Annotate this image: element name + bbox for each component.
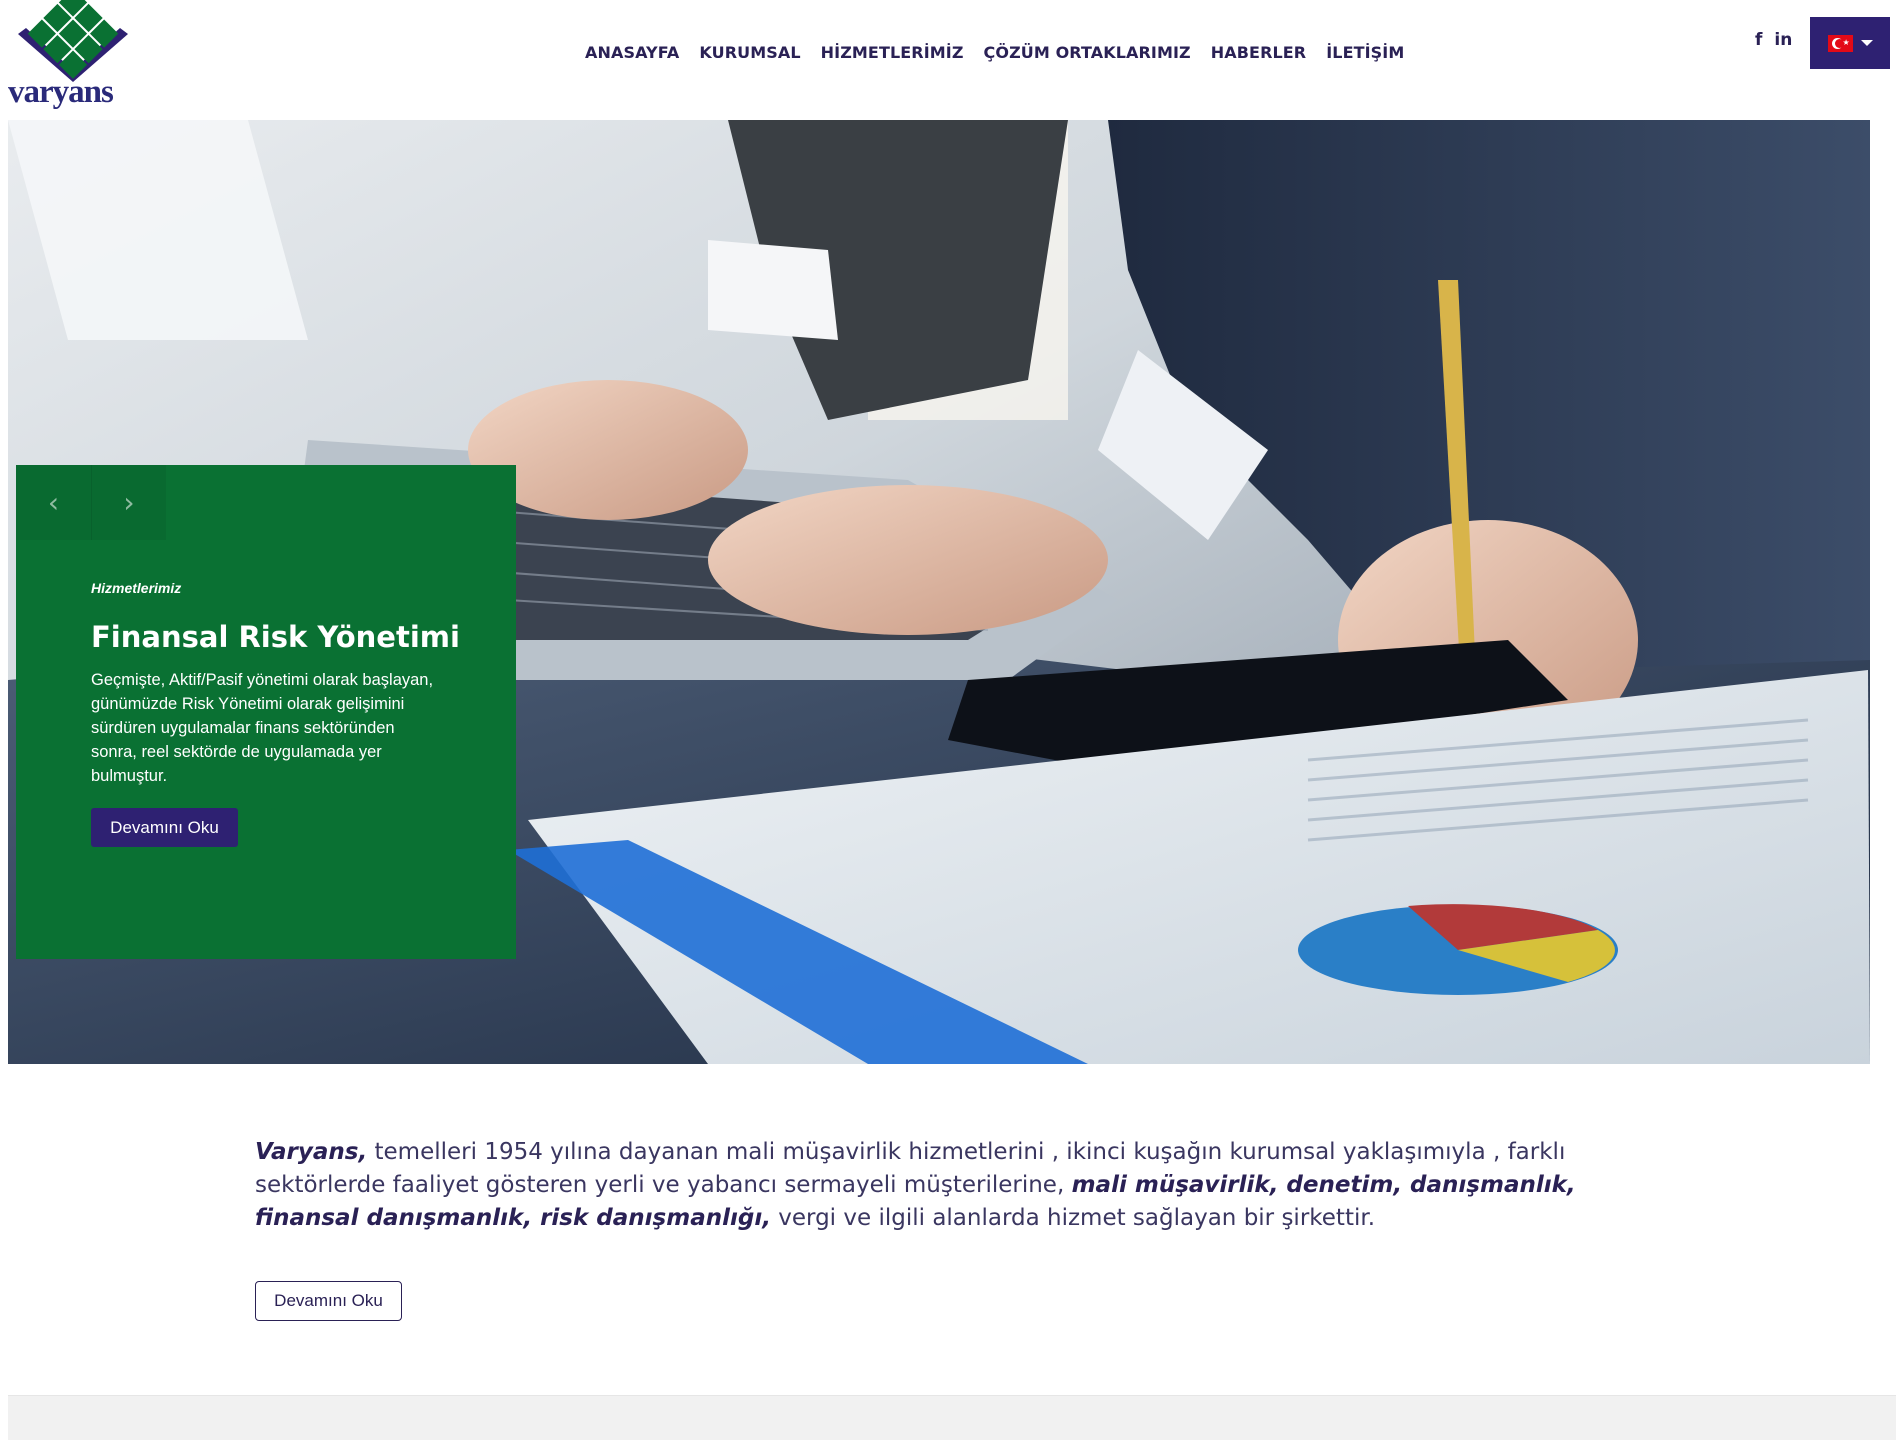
nav-item-cozum-ortaklarimiz[interactable]: ÇÖZÜM ORTAKLARIMIZ (974, 40, 1201, 66)
varyans-logo[interactable]: varyans (8, 0, 138, 110)
next-section-band (8, 1395, 1896, 1440)
logo-text: varyans (8, 74, 114, 110)
slide-description: Geçmişte, Aktif/Pasif yönetimi olarak ba… (91, 671, 434, 785)
slide-title: Finansal Risk Yönetimi (91, 620, 460, 654)
hero-slider: ‹ › Hizmetlerimiz Finansal Risk Yönetimi… (8, 120, 1870, 1064)
intro-text-part2: vergi ve ilgili alanlarda hizmet sağlaya… (770, 1205, 1376, 1231)
intro-read-more-button[interactable]: Devamını Oku (255, 1281, 402, 1321)
tr-flag-icon: ★ (1827, 34, 1853, 52)
caret-down-icon (1860, 40, 1873, 46)
intro-text: Varyans, temelleri 1954 yılına dayanan m… (255, 1136, 1655, 1235)
main-nav: ANASAYFA KURUMSAL HİZMETLERİMİZ ÇÖZÜM OR… (575, 40, 1414, 66)
nav-item-iletisim[interactable]: İLETİŞİM (1316, 40, 1414, 66)
site-header: varyans ANASAYFA KURUMSAL HİZMETLERİMİZ … (0, 0, 1896, 120)
nav-item-haberler[interactable]: HABERLER (1201, 40, 1316, 66)
linkedin-icon[interactable]: in (1774, 30, 1792, 50)
intro-brand: Varyans, (255, 1139, 368, 1165)
social-links: f in (1755, 30, 1792, 50)
slide-category: Hizmetlerimiz (91, 580, 182, 596)
slide-caption: ‹ › Hizmetlerimiz Finansal Risk Yönetimi… (16, 465, 516, 959)
facebook-icon[interactable]: f (1755, 30, 1762, 50)
slide-read-more-button[interactable]: Devamını Oku (91, 808, 238, 847)
nav-item-anasayfa[interactable]: ANASAYFA (575, 40, 689, 66)
chevron-left-icon[interactable]: ‹ (16, 465, 91, 540)
language-dropdown[interactable]: ★ (1810, 17, 1890, 69)
chevron-right-icon[interactable]: › (91, 465, 166, 540)
slider-controls: ‹ › (16, 465, 166, 540)
nav-item-hizmetlerimiz[interactable]: HİZMETLERİMİZ (811, 40, 974, 66)
nav-item-kurumsal[interactable]: KURUMSAL (689, 40, 810, 66)
